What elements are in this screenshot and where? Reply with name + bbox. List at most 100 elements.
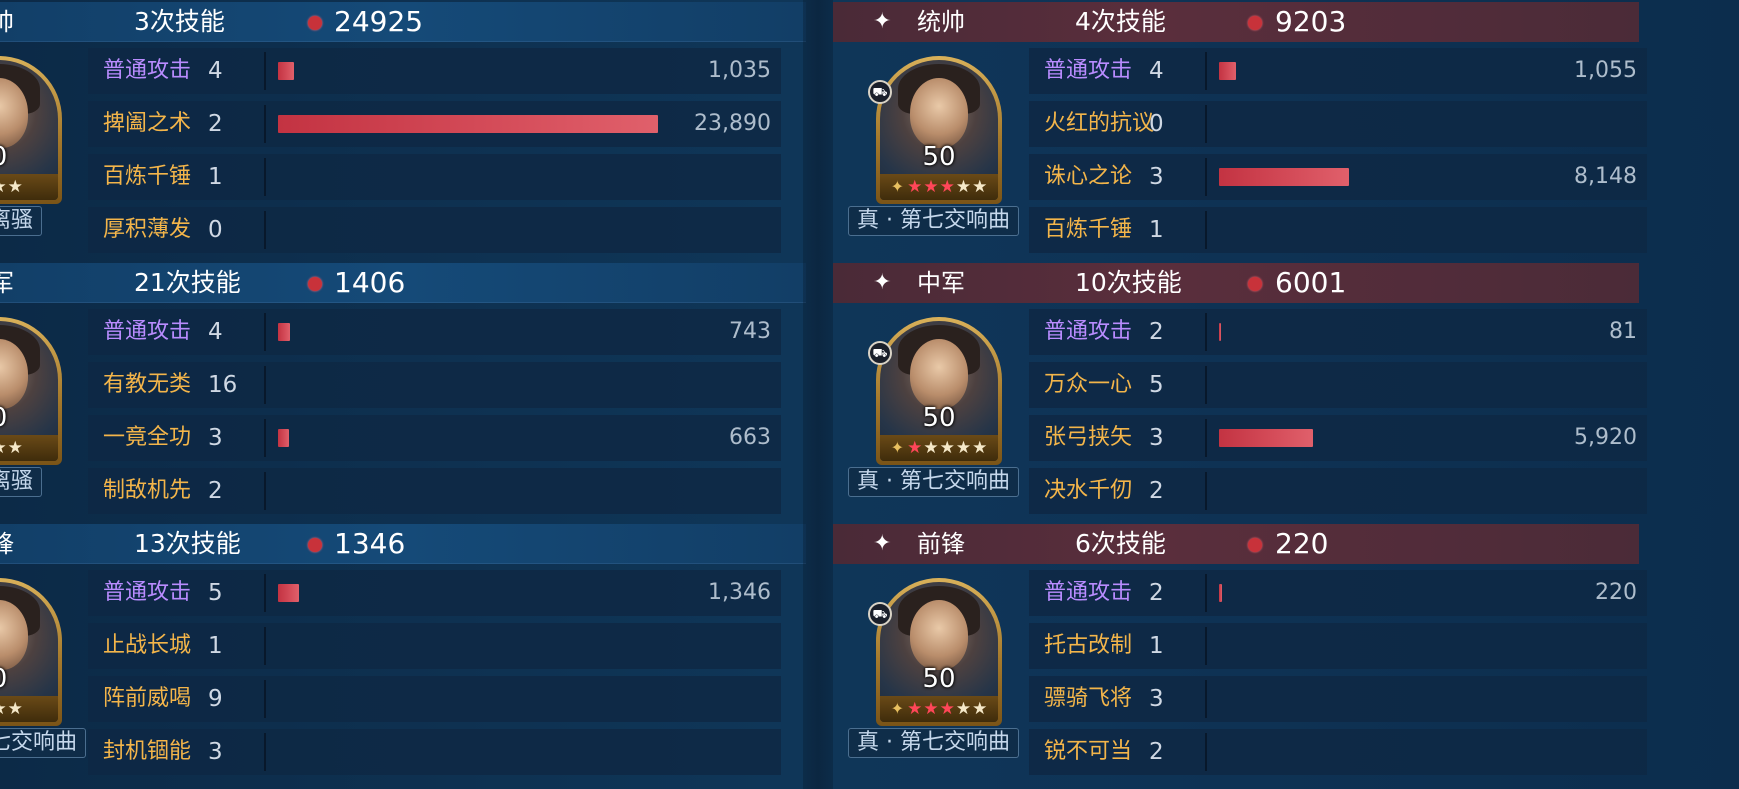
general-header[interactable]: ✦ 统帅 4次技能 9203	[833, 2, 1639, 42]
skill-row[interactable]: 百炼千锤 1	[88, 154, 781, 200]
general-role: 帅	[0, 8, 14, 36]
skill-row[interactable]: 普通攻击 4 1,055	[1029, 48, 1647, 94]
star-rating: ✦ ★ ★ ★ ★ ★	[880, 696, 998, 722]
skill-row[interactable]: 决水千仞 2	[1029, 468, 1647, 514]
star-rating: ★★★	[0, 174, 58, 200]
skill-uses: 16	[208, 372, 238, 398]
row-separator	[1205, 211, 1207, 249]
skill-uses: 3	[208, 739, 223, 765]
skill-uses: 5	[1149, 372, 1164, 398]
skill-uses: 2	[1149, 580, 1164, 606]
skill-row[interactable]: 捭阖之术 2 23,890	[88, 101, 781, 147]
skill-row[interactable]: 一竟全功 3 663	[88, 415, 781, 461]
skill-uses: 0	[1149, 111, 1164, 137]
damage-bar	[1219, 323, 1221, 341]
general-portrait[interactable]: 0★★★	[0, 317, 62, 465]
general-portrait[interactable]: 50 ✦ ★ ★ ★ ★ ★ ⛟	[868, 56, 1002, 204]
skill-row[interactable]: 有教无类 16	[88, 362, 781, 408]
damage-bar	[1219, 429, 1313, 447]
skill-row[interactable]: 托古改制 1	[1029, 623, 1647, 669]
skill-name: 张弓挟矢	[1044, 425, 1133, 450]
skin-label[interactable]: 七交响曲	[0, 728, 87, 758]
skill-row[interactable]: 普通攻击 5 1,346	[88, 570, 781, 616]
skill-count-label: 4次技能	[1075, 7, 1166, 36]
skill-row[interactable]: 诛心之论 3 8,148	[1029, 154, 1647, 200]
star-icon: ★	[923, 438, 939, 458]
row-separator	[1205, 158, 1207, 196]
skin-label[interactable]: 离骚	[0, 467, 43, 497]
skill-row[interactable]: 骠骑飞将 3	[1029, 676, 1647, 722]
skill-row[interactable]: 张弓挟矢 3 5,920	[1029, 415, 1647, 461]
star-icon: ★	[939, 177, 955, 197]
portrait-image: 50 ✦ ★ ★ ★ ★ ★	[880, 60, 998, 200]
row-separator	[1205, 627, 1207, 665]
skill-uses: 2	[208, 478, 223, 504]
general-group: 锋 13次技能 1346 0★★★ 七交响曲 普通攻击 5 1,346 止战长城 1 阵前威喝 9 封机…	[0, 522, 806, 784]
sparkle-icon: ✦	[873, 270, 892, 295]
damage-dot-icon	[308, 538, 322, 552]
skill-damage: 1,055	[1574, 58, 1637, 83]
general-header[interactable]: 锋 13次技能 1346	[0, 524, 806, 564]
row-separator	[264, 158, 266, 196]
skill-row[interactable]: 阵前威喝 9	[88, 676, 781, 722]
star-icon: ★	[923, 699, 939, 719]
general-portrait[interactable]: 0★★★	[0, 56, 62, 204]
skill-row[interactable]: 普通攻击 4 743	[88, 309, 781, 355]
skill-row[interactable]: 普通攻击 2 81	[1029, 309, 1647, 355]
skin-label[interactable]: 真 · 第七交响曲	[848, 206, 1019, 236]
star-icon: ★	[7, 438, 23, 458]
general-header[interactable]: ✦ 前锋 6次技能 220	[833, 524, 1639, 564]
skill-row[interactable]: 普通攻击 2 220	[1029, 570, 1647, 616]
general-header[interactable]: 帅 3次技能 24925	[0, 2, 806, 42]
damage-bar	[278, 115, 658, 133]
general-group: ✦ 前锋 6次技能 220 50 ✦ ★ ★ ★ ★ ★ ⛟ 真 · 第七交响曲 普通攻击 2 220 托古改制…	[833, 522, 1647, 784]
skin-label[interactable]: 离骚	[0, 206, 43, 236]
skill-name: 一竟全功	[103, 425, 192, 450]
skin-label[interactable]: 真 · 第七交响曲	[848, 728, 1019, 758]
damage-bar	[1219, 584, 1222, 602]
left-team-panel: 帅3次技能249250★★★离骚普通攻击41,035捭阖之术223,890百炼千…	[0, 0, 806, 789]
general-role: 中军	[917, 269, 965, 297]
general-portrait[interactable]: 50 ✦ ★ ★ ★ ★ ★ ⛟	[868, 317, 1002, 465]
skill-row[interactable]: 百炼千锤 1	[1029, 207, 1647, 253]
skill-damage: 1,346	[708, 580, 771, 605]
row-separator	[264, 574, 266, 612]
row-separator	[264, 733, 266, 771]
tank-icon: ⛟	[868, 602, 892, 626]
skill-uses: 2	[208, 111, 223, 137]
skill-damage: 220	[1595, 580, 1637, 605]
skill-row[interactable]: 普通攻击 4 1,035	[88, 48, 781, 94]
skill-name: 普通攻击	[103, 580, 192, 605]
star-icon: ★	[939, 699, 955, 719]
skin-label[interactable]: 真 · 第七交响曲	[848, 467, 1019, 497]
damage-bar	[1219, 62, 1236, 80]
damage-bar	[278, 584, 299, 602]
total-damage: 1406	[334, 266, 406, 299]
skill-row[interactable]: 火红的抗议 0	[1029, 101, 1647, 147]
star-rating: ★★★	[0, 435, 58, 461]
row-separator	[1205, 733, 1207, 771]
total-damage: 24925	[334, 5, 424, 38]
skill-name: 骠骑飞将	[1044, 686, 1133, 711]
skill-row[interactable]: 止战长城 1	[88, 623, 781, 669]
total-damage: 6001	[1275, 266, 1347, 299]
general-header[interactable]: 军 21次技能 1406	[0, 263, 806, 303]
skill-name: 普通攻击	[1044, 58, 1133, 83]
row-separator	[1205, 419, 1207, 457]
row-separator	[264, 680, 266, 718]
skill-uses: 3	[1149, 686, 1164, 712]
skill-row[interactable]: 封机锢能 3	[88, 729, 781, 775]
total-damage: 220	[1275, 527, 1329, 560]
skill-row[interactable]: 锐不可当 2	[1029, 729, 1647, 775]
general-portrait[interactable]: 0★★★	[0, 578, 62, 726]
skill-row[interactable]: 厚积薄发 0	[88, 207, 781, 253]
row-separator	[1205, 52, 1207, 90]
rank-badge-icon: ✦	[890, 699, 905, 718]
skill-name: 百炼千锤	[103, 164, 192, 189]
row-separator	[264, 313, 266, 351]
skill-row[interactable]: 制敌机先 2	[88, 468, 781, 514]
general-header[interactable]: ✦ 中军 10次技能 6001	[833, 263, 1639, 303]
row-separator	[1205, 472, 1207, 510]
general-portrait[interactable]: 50 ✦ ★ ★ ★ ★ ★ ⛟	[868, 578, 1002, 726]
skill-row[interactable]: 万众一心 5	[1029, 362, 1647, 408]
